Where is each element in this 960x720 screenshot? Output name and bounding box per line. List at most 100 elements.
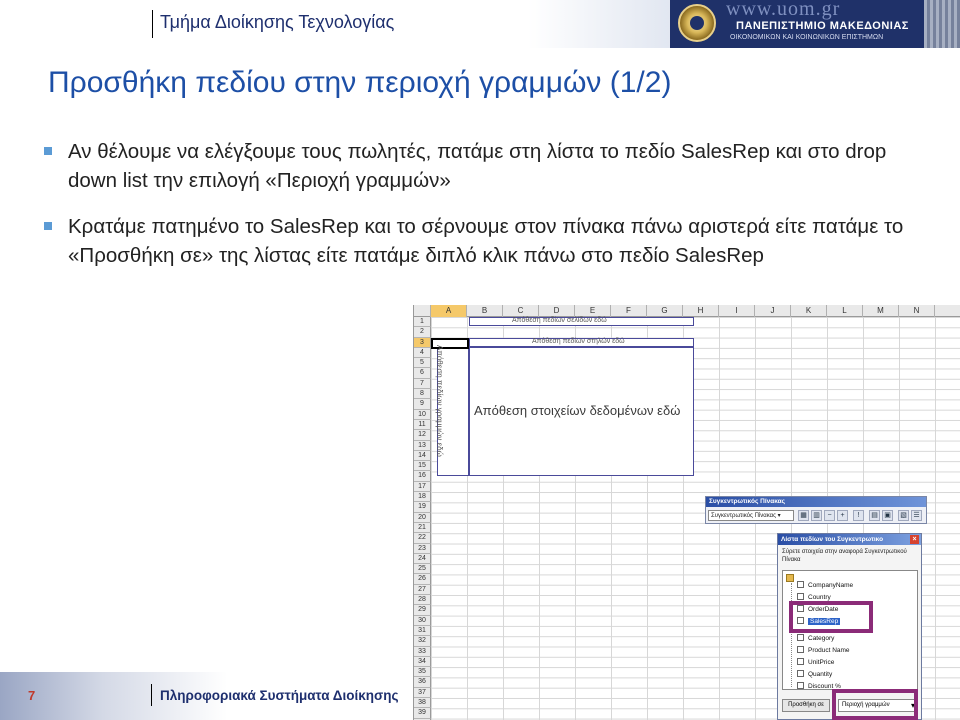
field-list-description: Σύρετε στοιχεία στην αναφορά Συγκεντρωτι… xyxy=(782,549,907,563)
field-checkbox[interactable] xyxy=(797,634,804,641)
row-header[interactable]: 15 xyxy=(414,461,431,472)
row-header[interactable]: 34 xyxy=(414,656,431,668)
column-header[interactable]: G xyxy=(647,305,683,317)
row-header[interactable]: 27 xyxy=(414,584,431,596)
row-header[interactable]: 11 xyxy=(414,419,431,431)
row-header[interactable]: 4 xyxy=(414,347,431,359)
row-header[interactable]: 17 xyxy=(414,481,431,493)
row-header[interactable]: 22 xyxy=(414,533,431,544)
field-label: Product Name xyxy=(808,647,850,654)
slide-header: Τμήμα Διοίκησης Τεχνολογίας www.uom.gr Π… xyxy=(0,0,960,48)
column-header[interactable]: B xyxy=(467,305,503,317)
building-image xyxy=(924,0,960,48)
row-header[interactable]: 36 xyxy=(414,677,431,688)
chart-wizard-icon[interactable]: ▥ xyxy=(811,510,822,521)
bullet-item: Κρατάμε πατημένο το SalesRep και το σέρν… xyxy=(44,212,934,270)
row-header[interactable]: 9 xyxy=(414,399,431,410)
row-header[interactable]: 32 xyxy=(414,636,431,647)
column-header[interactable]: C xyxy=(503,305,539,317)
column-header[interactable]: N xyxy=(899,305,935,317)
row-header[interactable]: 20 xyxy=(414,512,431,523)
column-header[interactable]: A xyxy=(431,305,467,317)
footer-separator xyxy=(151,684,152,706)
pivot-data-area-label: Απόθεση στοιχείων δεδομένων εδώ xyxy=(474,403,681,418)
refresh-data-icon[interactable]: ! xyxy=(853,510,864,521)
row-headers: 1 2 3 4 5 6 7 8 9 10 11 12 13 14 15 16 17 18 19 20 21 22 23 24 2… xyxy=(414,317,431,720)
column-header[interactable]: D xyxy=(539,305,575,317)
row-header[interactable]: 7 xyxy=(414,378,431,390)
always-display-icon[interactable]: ▧ xyxy=(898,510,909,521)
row-header[interactable]: 18 xyxy=(414,492,431,503)
column-header[interactable]: H xyxy=(683,305,719,317)
row-header[interactable]: 6 xyxy=(414,368,431,379)
row-header[interactable]: 10 xyxy=(414,409,431,420)
field-item-companyname[interactable]: CompanyName xyxy=(797,580,853,591)
row-header[interactable]: 25 xyxy=(414,564,431,575)
row-header[interactable]: 19 xyxy=(414,502,431,513)
column-header[interactable]: M xyxy=(863,305,899,317)
field-checkbox[interactable] xyxy=(797,593,804,600)
row-header[interactable]: 38 xyxy=(414,697,431,709)
pivot-page-area-label: Απόθεση πεδίων σελίδων εδώ xyxy=(512,317,607,324)
logo-university-name: ΠΑΝΕΠΙΣΤΗΜΙΟ ΜΑΚΕΔΟΝΙΑΣ xyxy=(736,20,909,32)
row-header[interactable]: 16 xyxy=(414,471,431,482)
row-header[interactable]: 37 xyxy=(414,687,431,698)
column-header[interactable]: J xyxy=(755,305,791,317)
field-item-unitprice[interactable]: UnitPrice xyxy=(797,657,834,668)
row-header[interactable]: 29 xyxy=(414,605,431,616)
field-label: Quantity xyxy=(808,671,833,678)
column-header[interactable]: K xyxy=(791,305,827,317)
field-label: Country xyxy=(808,594,831,601)
row-header[interactable]: 31 xyxy=(414,625,431,637)
data-source-icon xyxy=(786,574,794,582)
row-header[interactable]: 21 xyxy=(414,522,431,534)
pivot-toolbar-title: Συγκεντρωτικός Πίνακας xyxy=(706,497,926,507)
show-detail-icon[interactable]: + xyxy=(837,510,848,521)
row-header[interactable]: 12 xyxy=(414,430,431,441)
field-checkbox[interactable] xyxy=(797,682,804,689)
row-header[interactable]: 28 xyxy=(414,595,431,606)
row-header[interactable]: 33 xyxy=(414,646,431,657)
bullet-text: Κρατάμε πατημένο το SalesRep και το σέρν… xyxy=(68,215,904,267)
row-header[interactable]: 5 xyxy=(414,358,431,369)
row-header[interactable]: 1 xyxy=(414,317,431,328)
format-report-icon[interactable]: ▦ xyxy=(798,510,809,521)
column-header[interactable]: I xyxy=(719,305,755,317)
tree-connector xyxy=(791,583,792,687)
row-header[interactable]: 14 xyxy=(414,450,431,462)
bullet-item: Αν θέλουμε να ελέγξουμε τους πωλητές, πα… xyxy=(44,137,934,195)
field-checkbox[interactable] xyxy=(797,658,804,665)
select-all-corner[interactable] xyxy=(414,305,431,317)
row-header[interactable]: 13 xyxy=(414,440,431,451)
field-checkbox[interactable] xyxy=(797,581,804,588)
hide-detail-icon[interactable]: − xyxy=(824,510,835,521)
pivot-toolbar: Συγκεντρωτικός Πίνακας Συγκεντρωτικός Πί… xyxy=(705,496,927,524)
row-header[interactable]: 3 xyxy=(414,337,431,348)
add-to-button[interactable]: Προσθήκη σε xyxy=(782,699,830,712)
field-checkbox[interactable] xyxy=(797,646,804,653)
page-number: 7 xyxy=(28,688,36,703)
course-name: Πληροφοριακά Συστήματα Διοίκησης xyxy=(160,688,399,703)
university-seal-icon xyxy=(678,4,716,42)
include-hidden-icon[interactable]: ▣ xyxy=(882,510,893,521)
row-header[interactable]: 23 xyxy=(414,543,431,554)
close-icon[interactable]: × xyxy=(910,535,919,544)
column-header[interactable]: F xyxy=(611,305,647,317)
column-header[interactable]: E xyxy=(575,305,611,317)
row-header[interactable]: 2 xyxy=(414,327,431,338)
field-item-quantity[interactable]: Quantity xyxy=(797,669,832,680)
row-header[interactable]: 8 xyxy=(414,389,431,400)
field-item-product-name[interactable]: Product Name xyxy=(797,645,850,656)
show-field-list-icon[interactable]: ☰ xyxy=(911,510,922,521)
field-label: Category xyxy=(808,635,835,642)
column-header[interactable]: L xyxy=(827,305,863,317)
field-settings-icon[interactable]: ▤ xyxy=(869,510,880,521)
row-header[interactable]: 26 xyxy=(414,574,431,585)
row-header[interactable]: 35 xyxy=(414,667,431,678)
row-header[interactable]: 24 xyxy=(414,553,431,565)
row-header[interactable]: 30 xyxy=(414,615,431,626)
row-header[interactable]: 39 xyxy=(414,708,431,719)
field-checkbox[interactable] xyxy=(797,670,804,677)
pivot-table-menu[interactable]: Συγκεντρωτικός Πίνακας ▾ xyxy=(708,510,794,521)
field-item-category[interactable]: Category xyxy=(797,633,834,644)
